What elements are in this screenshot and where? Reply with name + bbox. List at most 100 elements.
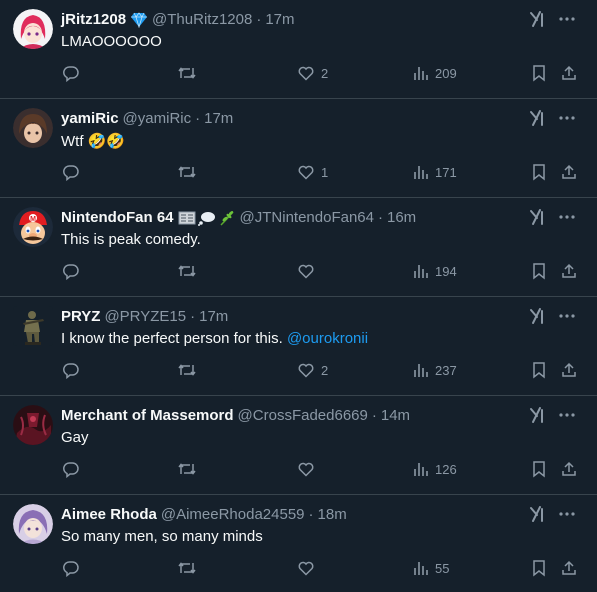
grok-icon[interactable]	[529, 505, 547, 523]
like-button[interactable]: 2	[297, 361, 328, 379]
grok-icon[interactable]	[529, 307, 547, 325]
timestamp[interactable]: 14m	[381, 406, 410, 426]
like-button[interactable]	[297, 262, 315, 280]
action-bar: 1 171	[0, 163, 597, 183]
bookmark-icon	[533, 362, 545, 379]
display-name[interactable]: Merchant of Massemord	[61, 406, 234, 426]
user-handle[interactable]: @ThuRitz1208	[152, 10, 252, 30]
timestamp[interactable]: 16m	[387, 208, 416, 228]
share-button[interactable]	[560, 559, 578, 577]
user-handle[interactable]: @JTNintendoFan64	[240, 208, 374, 228]
avatar[interactable]: M	[13, 207, 53, 247]
user-handle[interactable]: @yamiRic	[123, 109, 192, 129]
views-button[interactable]: 237	[413, 361, 457, 379]
tweet[interactable]: Aimee Rhoda @AimeeRhoda24559 · 18m So ma…	[0, 495, 597, 592]
bookmark-button[interactable]	[531, 64, 547, 82]
share-button[interactable]	[560, 361, 578, 379]
bookmark-icon	[533, 560, 545, 577]
tweet[interactable]: M NintendoFan 64 @JTNintendoFan64 · 16m …	[0, 198, 597, 297]
like-count: 2	[321, 65, 329, 81]
avatar[interactable]	[13, 306, 53, 346]
like-button[interactable]: 2	[297, 64, 328, 82]
like-button[interactable]: 1	[297, 163, 328, 181]
more-icon[interactable]	[557, 505, 577, 523]
share-button[interactable]	[560, 163, 578, 181]
bookmark-button[interactable]	[531, 361, 547, 379]
views-button[interactable]: 55	[413, 559, 449, 577]
like-button[interactable]	[297, 559, 315, 577]
retweet-button[interactable]	[177, 262, 197, 280]
bookmark-icon	[533, 461, 545, 478]
tweet[interactable]: Merchant of Massemord @CrossFaded6669 · …	[0, 396, 597, 495]
heart-icon	[298, 264, 314, 279]
separator-dot: ·	[308, 506, 314, 523]
bookmark-icon	[533, 65, 545, 82]
avatar[interactable]	[13, 504, 53, 544]
tweet[interactable]: jRitz1208 @ThuRitz1208 · 17m LMAOOOOOO 2	[0, 0, 597, 99]
retweet-icon	[178, 562, 196, 574]
more-icon[interactable]	[557, 10, 577, 28]
reply-button[interactable]	[62, 559, 80, 577]
avatar[interactable]	[13, 405, 53, 445]
user-handle[interactable]: @PRYZE15	[104, 307, 186, 327]
more-icon[interactable]	[557, 109, 577, 127]
grok-icon[interactable]	[529, 406, 547, 424]
separator-dot: ·	[371, 407, 377, 424]
avatar[interactable]	[13, 108, 53, 148]
display-name[interactable]: yamiRic	[61, 109, 119, 129]
more-icon[interactable]	[557, 208, 577, 226]
share-button[interactable]	[560, 460, 578, 478]
share-button[interactable]	[560, 262, 578, 280]
retweet-button[interactable]	[177, 361, 197, 379]
views-button[interactable]: 194	[413, 262, 457, 280]
bookmark-button[interactable]	[531, 559, 547, 577]
bookmark-button[interactable]	[531, 262, 547, 280]
more-icon[interactable]	[557, 307, 577, 325]
views-icon	[414, 265, 428, 278]
tweet-text: I know the perfect person for this. @our…	[61, 329, 368, 349]
display-name[interactable]: jRitz1208	[61, 10, 126, 30]
tweet-text: So many men, so many minds	[61, 528, 263, 545]
views-button[interactable]: 209	[413, 64, 457, 82]
views-button[interactable]: 171	[413, 163, 457, 181]
share-icon	[562, 65, 576, 80]
more-icon[interactable]	[557, 406, 577, 424]
retweet-icon	[178, 364, 196, 376]
retweet-button[interactable]	[177, 163, 197, 181]
grok-icon[interactable]	[529, 208, 547, 226]
grok-icon[interactable]	[529, 10, 547, 28]
user-handle[interactable]: @AimeeRhoda24559	[161, 505, 305, 525]
heart-icon	[298, 561, 314, 576]
reply-button[interactable]	[62, 64, 80, 82]
reply-icon	[63, 264, 79, 280]
timestamp[interactable]: 17m	[199, 307, 228, 327]
separator-dot: ·	[195, 110, 201, 127]
reply-button[interactable]	[62, 361, 80, 379]
reply-button[interactable]	[62, 262, 80, 280]
views-button[interactable]: 126	[413, 460, 457, 478]
bookmark-button[interactable]	[531, 460, 547, 478]
retweet-button[interactable]	[177, 559, 197, 577]
like-button[interactable]	[297, 460, 315, 478]
tweet[interactable]: PRYZ @PRYZE15 · 17m I know the perfect p…	[0, 297, 597, 396]
mention-link[interactable]: @ourokronii	[287, 330, 368, 347]
bookmark-button[interactable]	[531, 163, 547, 181]
avatar[interactable]	[13, 9, 53, 49]
grok-icon[interactable]	[529, 109, 547, 127]
display-name[interactable]: PRYZ	[61, 307, 100, 327]
svg-text:M: M	[30, 216, 36, 223]
display-name[interactable]: NintendoFan 64	[61, 208, 174, 228]
display-name[interactable]: Aimee Rhoda	[61, 505, 157, 525]
tweet-text: Wtf 🤣🤣	[61, 131, 125, 152]
timestamp[interactable]: 17m	[204, 109, 233, 129]
tweet[interactable]: yamiRic @yamiRic · 17m Wtf 🤣🤣 1 171	[0, 99, 597, 198]
timestamp[interactable]: 17m	[265, 10, 294, 30]
timestamp[interactable]: 18m	[318, 505, 347, 525]
user-handle[interactable]: @CrossFaded6669	[238, 406, 368, 426]
reply-button[interactable]	[62, 460, 80, 478]
share-button[interactable]	[560, 64, 578, 82]
reply-button[interactable]	[62, 163, 80, 181]
retweet-button[interactable]	[177, 460, 197, 478]
retweet-button[interactable]	[177, 64, 197, 82]
herb-icon	[219, 211, 234, 226]
